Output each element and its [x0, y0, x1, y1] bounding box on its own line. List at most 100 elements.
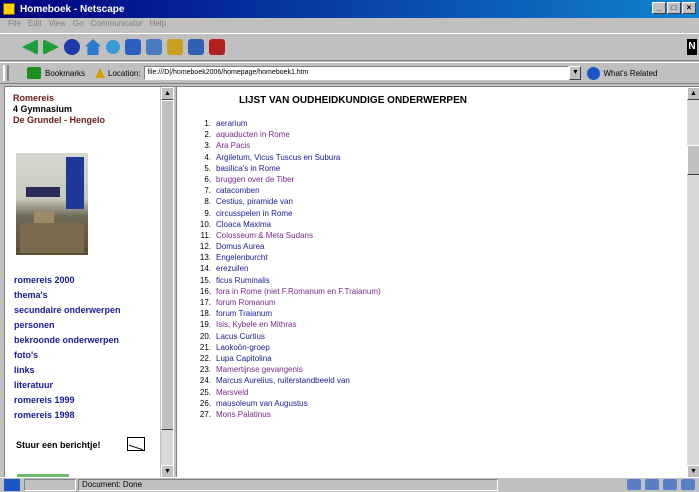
- list-item: 4. Argiletum, Vicus Tuscus en Subura: [204, 152, 341, 163]
- nav-themas[interactable]: thema's: [14, 290, 48, 300]
- topic-link[interactable]: catacomben: [216, 185, 260, 196]
- page-title: LIJST VAN OUDHEIDKUNDIGE ONDERWERPEN: [239, 95, 467, 106]
- list-item: 20. Lacus Curtius: [199, 331, 265, 342]
- menu-bar: File Edit View Go Communicator Help: [0, 19, 166, 32]
- nav-romereis-2000[interactable]: romereis 2000: [14, 275, 75, 285]
- nav-bekroonde-onderwerpen[interactable]: bekroonde onderwerpen: [14, 335, 119, 345]
- nav-romereis-1999[interactable]: romereis 1999: [14, 395, 75, 405]
- nav-literatuur[interactable]: literatuur: [14, 380, 53, 390]
- send-message-link[interactable]: Stuur een berichtje!: [16, 440, 101, 450]
- list-item: 9. circusspelen in Rome: [204, 208, 293, 219]
- location-icon[interactable]: [95, 68, 106, 78]
- menu-edit[interactable]: Edit: [28, 19, 42, 32]
- topic-link[interactable]: ficus Ruminalis: [216, 275, 270, 286]
- topic-link[interactable]: Isis, Kybele en Mithras: [216, 319, 296, 330]
- netscape-logo: N: [687, 39, 697, 55]
- mail-icon[interactable]: [127, 437, 145, 451]
- topic-link[interactable]: basilica's in Rome: [216, 163, 280, 174]
- whats-related-button[interactable]: What's Related: [603, 69, 657, 78]
- reload-icon[interactable]: [64, 39, 80, 55]
- topic-link[interactable]: Cloaca Maxima: [216, 219, 271, 230]
- menu-go[interactable]: Go: [73, 19, 84, 32]
- bookmarks-icon[interactable]: [27, 67, 41, 79]
- back-icon[interactable]: [22, 39, 38, 55]
- topic-link[interactable]: mausoleum van Augustus: [216, 398, 308, 409]
- component-bar: [627, 479, 695, 490]
- left-frame-scrollbar[interactable]: ▲ ▼: [160, 87, 174, 478]
- status-bar: Document: Done: [0, 477, 699, 492]
- topic-link[interactable]: aquaducten in Rome: [216, 129, 290, 140]
- menu-communicator[interactable]: Communicator: [91, 19, 143, 32]
- list-item: 23. Mamertijnse gevangenis: [199, 364, 303, 375]
- right-frame: LIJST VAN OUDHEIDKUNDIGE ONDERWERPEN 1. a…: [177, 87, 687, 478]
- book-cover-image: [16, 153, 88, 255]
- progress-cell: [24, 479, 76, 491]
- topic-link[interactable]: Mons Palatinus: [216, 409, 271, 420]
- bookmarks-button[interactable]: Bookmarks: [45, 69, 85, 78]
- topic-link[interactable]: Laokoön-groep: [216, 342, 270, 353]
- security-icon[interactable]: [167, 39, 183, 55]
- site-subtitle: 4 Gymnasium: [13, 104, 73, 114]
- topic-link[interactable]: Ara Pacis: [216, 140, 250, 151]
- mail-icon[interactable]: [645, 479, 659, 490]
- newsgroups-icon[interactable]: [663, 479, 677, 490]
- maximize-button[interactable]: □: [667, 2, 681, 14]
- search-icon[interactable]: [106, 40, 120, 54]
- topic-link[interactable]: Lupa Capitolina: [216, 353, 272, 364]
- close-button[interactable]: ×: [682, 2, 696, 14]
- url-dropdown-button[interactable]: ▼: [569, 66, 582, 80]
- list-item: 3. Ara Pacis: [204, 140, 251, 151]
- location-bar: Bookmarks Location: file:///D|/homeboek2…: [0, 62, 699, 84]
- composer-icon[interactable]: [681, 479, 695, 490]
- stop-icon[interactable]: [209, 39, 225, 55]
- nav-romereis-1998[interactable]: romereis 1998: [14, 410, 75, 420]
- scrollbar-thumb[interactable]: [687, 145, 699, 175]
- page-content: Romereis 4 Gymnasium De Grundel - Hengel…: [4, 86, 699, 478]
- topic-link[interactable]: forum Traianum: [216, 308, 272, 319]
- whats-related-icon[interactable]: [587, 66, 601, 80]
- scroll-up-arrow-icon[interactable]: ▲: [687, 87, 699, 100]
- home-icon[interactable]: [85, 39, 101, 55]
- menu-file[interactable]: File: [8, 19, 21, 32]
- nav-personen[interactable]: personen: [14, 320, 55, 330]
- topic-link[interactable]: forum Romanum: [216, 297, 276, 308]
- topic-link[interactable]: Mamertijnse gevangenis: [216, 364, 303, 375]
- topic-link[interactable]: Domus Aurea: [216, 241, 264, 252]
- topic-link[interactable]: Colosseum & Meta Sudans: [216, 230, 313, 241]
- site-school: De Grundel - Hengelo: [13, 115, 106, 125]
- shop-icon[interactable]: [188, 39, 204, 55]
- forward-icon[interactable]: [43, 39, 59, 55]
- site-title: Romereis: [13, 93, 55, 103]
- topic-link[interactable]: Lacus Curtius: [216, 331, 265, 342]
- title-bar: Homeboek - Netscape _ □ ×: [0, 0, 699, 18]
- url-input[interactable]: file:///D|/homeboek2006/homepage/homeboe…: [144, 66, 570, 80]
- netscape-app-icon: [3, 3, 15, 15]
- list-item: 25. Marsveld: [199, 387, 249, 398]
- list-item: 1. aerarium: [204, 118, 248, 129]
- right-frame-scrollbar[interactable]: ▲ ▼: [687, 87, 699, 478]
- print-icon[interactable]: [146, 39, 162, 55]
- topic-link[interactable]: Argiletum, Vicus Tuscus en Subura: [216, 152, 340, 163]
- guide-icon[interactable]: [125, 39, 141, 55]
- topic-link[interactable]: fora in Rome (niet F.Romanum en F.Traian…: [216, 286, 381, 297]
- topic-link[interactable]: Cestius, piramide van: [216, 196, 293, 207]
- navigation-toolbar: [0, 33, 699, 61]
- list-item: 11. Colosseum & Meta Sudans: [200, 230, 313, 241]
- menu-view[interactable]: View: [49, 19, 66, 32]
- topic-link[interactable]: Marcus Aurelius, ruiterstandbeeld van: [216, 375, 350, 386]
- toolbar-grip[interactable]: [3, 65, 9, 81]
- list-item: 12. Domus Aurea: [199, 241, 265, 252]
- navigator-icon[interactable]: [627, 479, 641, 490]
- menu-help[interactable]: Help: [150, 19, 166, 32]
- list-item: 5. basilica's in Rome: [204, 163, 281, 174]
- nav-fotos[interactable]: foto's: [14, 350, 38, 360]
- minimize-button[interactable]: _: [652, 2, 666, 14]
- nav-secundaire-onderwerpen[interactable]: secundaire onderwerpen: [14, 305, 121, 315]
- topic-link[interactable]: Marsveld: [216, 387, 248, 398]
- topic-link[interactable]: erezuilen: [216, 263, 248, 274]
- nav-links[interactable]: links: [14, 365, 35, 375]
- topic-link[interactable]: Engelenburcht: [216, 252, 268, 263]
- topic-link[interactable]: aerarium: [216, 118, 248, 129]
- topic-link[interactable]: bruggen over de Tiber: [216, 174, 294, 185]
- topic-link[interactable]: circusspelen in Rome: [216, 208, 292, 219]
